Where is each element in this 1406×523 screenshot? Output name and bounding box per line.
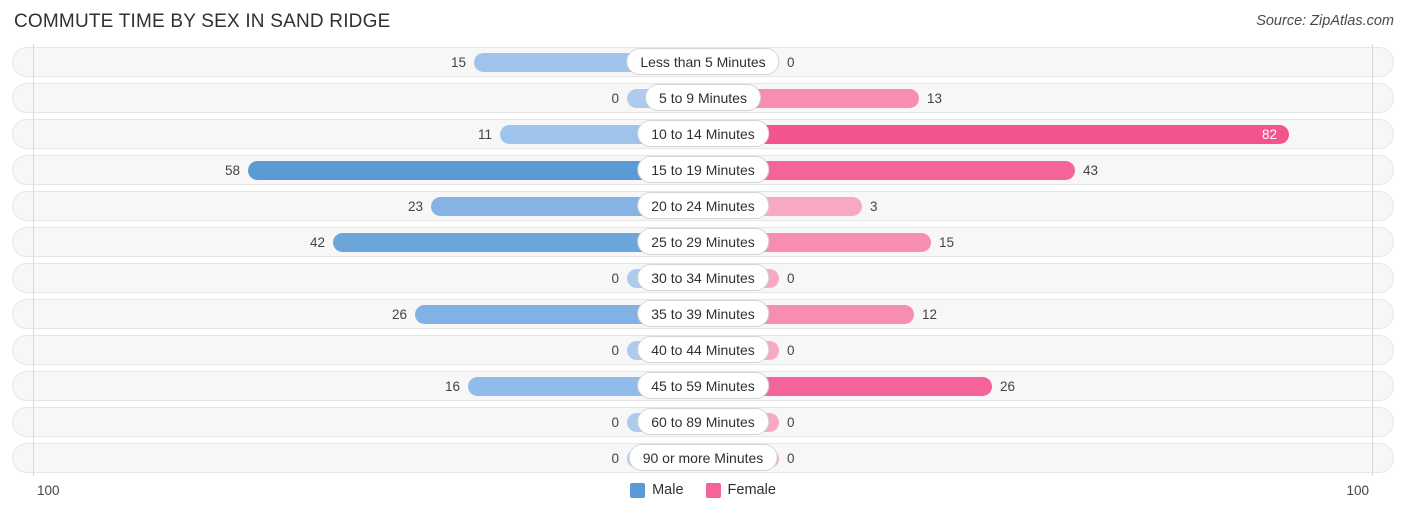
bar-value-female: 43: [1083, 163, 1099, 178]
category-label: 10 to 14 Minutes: [637, 120, 769, 147]
category-label: 5 to 9 Minutes: [645, 84, 761, 111]
bar-value-female: 26: [1000, 379, 1016, 394]
legend-item-male[interactable]: Male: [630, 482, 684, 498]
chart-row: 0 0 90 or more Minutes: [0, 440, 1406, 476]
category-label: 30 to 34 Minutes: [637, 264, 769, 291]
bar-value-female: 0: [787, 271, 795, 286]
chart-row: 26 12 35 to 39 Minutes: [0, 296, 1406, 332]
bar-value-female: 0: [787, 415, 795, 430]
chart-row: 23 3 20 to 24 Minutes: [0, 188, 1406, 224]
bar-value-male: 16: [444, 379, 460, 394]
bar-value-male: 26: [391, 307, 407, 322]
bar-value-female: 0: [787, 55, 795, 70]
category-label: 20 to 24 Minutes: [637, 192, 769, 219]
chart-legend: Male Female: [0, 482, 1406, 498]
chart-rows: 15 0 Less than 5 Minutes 0 13 5 to 9 Minutes 1…: [0, 44, 1406, 476]
chart-row: 42 15 25 to 29 Minutes: [0, 224, 1406, 260]
category-label: 25 to 29 Minutes: [637, 228, 769, 255]
chart-row: 0 0 60 to 89 Minutes: [0, 404, 1406, 440]
bar-value-male: 0: [611, 91, 619, 106]
category-label: 35 to 39 Minutes: [637, 300, 769, 327]
chart-row: 0 0 30 to 34 Minutes: [0, 260, 1406, 296]
category-label: Less than 5 Minutes: [626, 48, 780, 75]
bar-male[interactable]: [248, 161, 703, 180]
chart-row: 11 82 10 to 14 Minutes: [0, 116, 1406, 152]
bar-value-male: 0: [611, 271, 619, 286]
legend-label: Male: [652, 482, 684, 498]
chart-row: 15 0 Less than 5 Minutes: [0, 44, 1406, 80]
category-label: 60 to 89 Minutes: [637, 408, 769, 435]
bar-value-female: 3: [870, 199, 878, 214]
bar-value-male: 15: [450, 55, 466, 70]
bar-value-male: 42: [309, 235, 325, 250]
category-label: 15 to 19 Minutes: [637, 156, 769, 183]
bar-value-female: 82: [1261, 127, 1277, 142]
bar-value-male: 11: [477, 127, 492, 142]
chart-row: 16 26 45 to 59 Minutes: [0, 368, 1406, 404]
chart-plot-area: 15 0 Less than 5 Minutes 0 13 5 to 9 Minutes 1…: [0, 44, 1406, 476]
legend-label: Female: [727, 482, 776, 498]
chart-header: COMMUTE TIME BY SEX IN SAND RIDGE Source…: [0, 0, 1406, 44]
chart-row: 0 13 5 to 9 Minutes: [0, 80, 1406, 116]
bar-value-male: 0: [611, 343, 619, 358]
category-label: 45 to 59 Minutes: [637, 372, 769, 399]
bar-value-male: 0: [611, 415, 619, 430]
bar-value-male: 23: [407, 199, 423, 214]
bar-value-male: 58: [224, 163, 240, 178]
bar-value-female: 0: [787, 343, 795, 358]
chart-row: 0 0 40 to 44 Minutes: [0, 332, 1406, 368]
legend-swatch-icon: [630, 482, 646, 498]
source-attribution: Source: ZipAtlas.com: [1256, 13, 1394, 29]
chart-row: 58 43 15 to 19 Minutes: [0, 152, 1406, 188]
bar-value-female: 15: [939, 235, 955, 250]
category-label: 90 or more Minutes: [628, 444, 778, 471]
bar-value-female: 13: [927, 91, 943, 106]
bar-value-female: 0: [787, 451, 795, 466]
page-title: COMMUTE TIME BY SEX IN SAND RIDGE: [14, 11, 391, 32]
bar-value-female: 12: [922, 307, 938, 322]
bar-value-male: 0: [611, 451, 619, 466]
legend-item-female[interactable]: Female: [705, 482, 776, 498]
category-label: 40 to 44 Minutes: [637, 336, 769, 363]
legend-swatch-icon: [705, 482, 721, 498]
chart-footer: 100 100 Male Female: [0, 476, 1406, 516]
